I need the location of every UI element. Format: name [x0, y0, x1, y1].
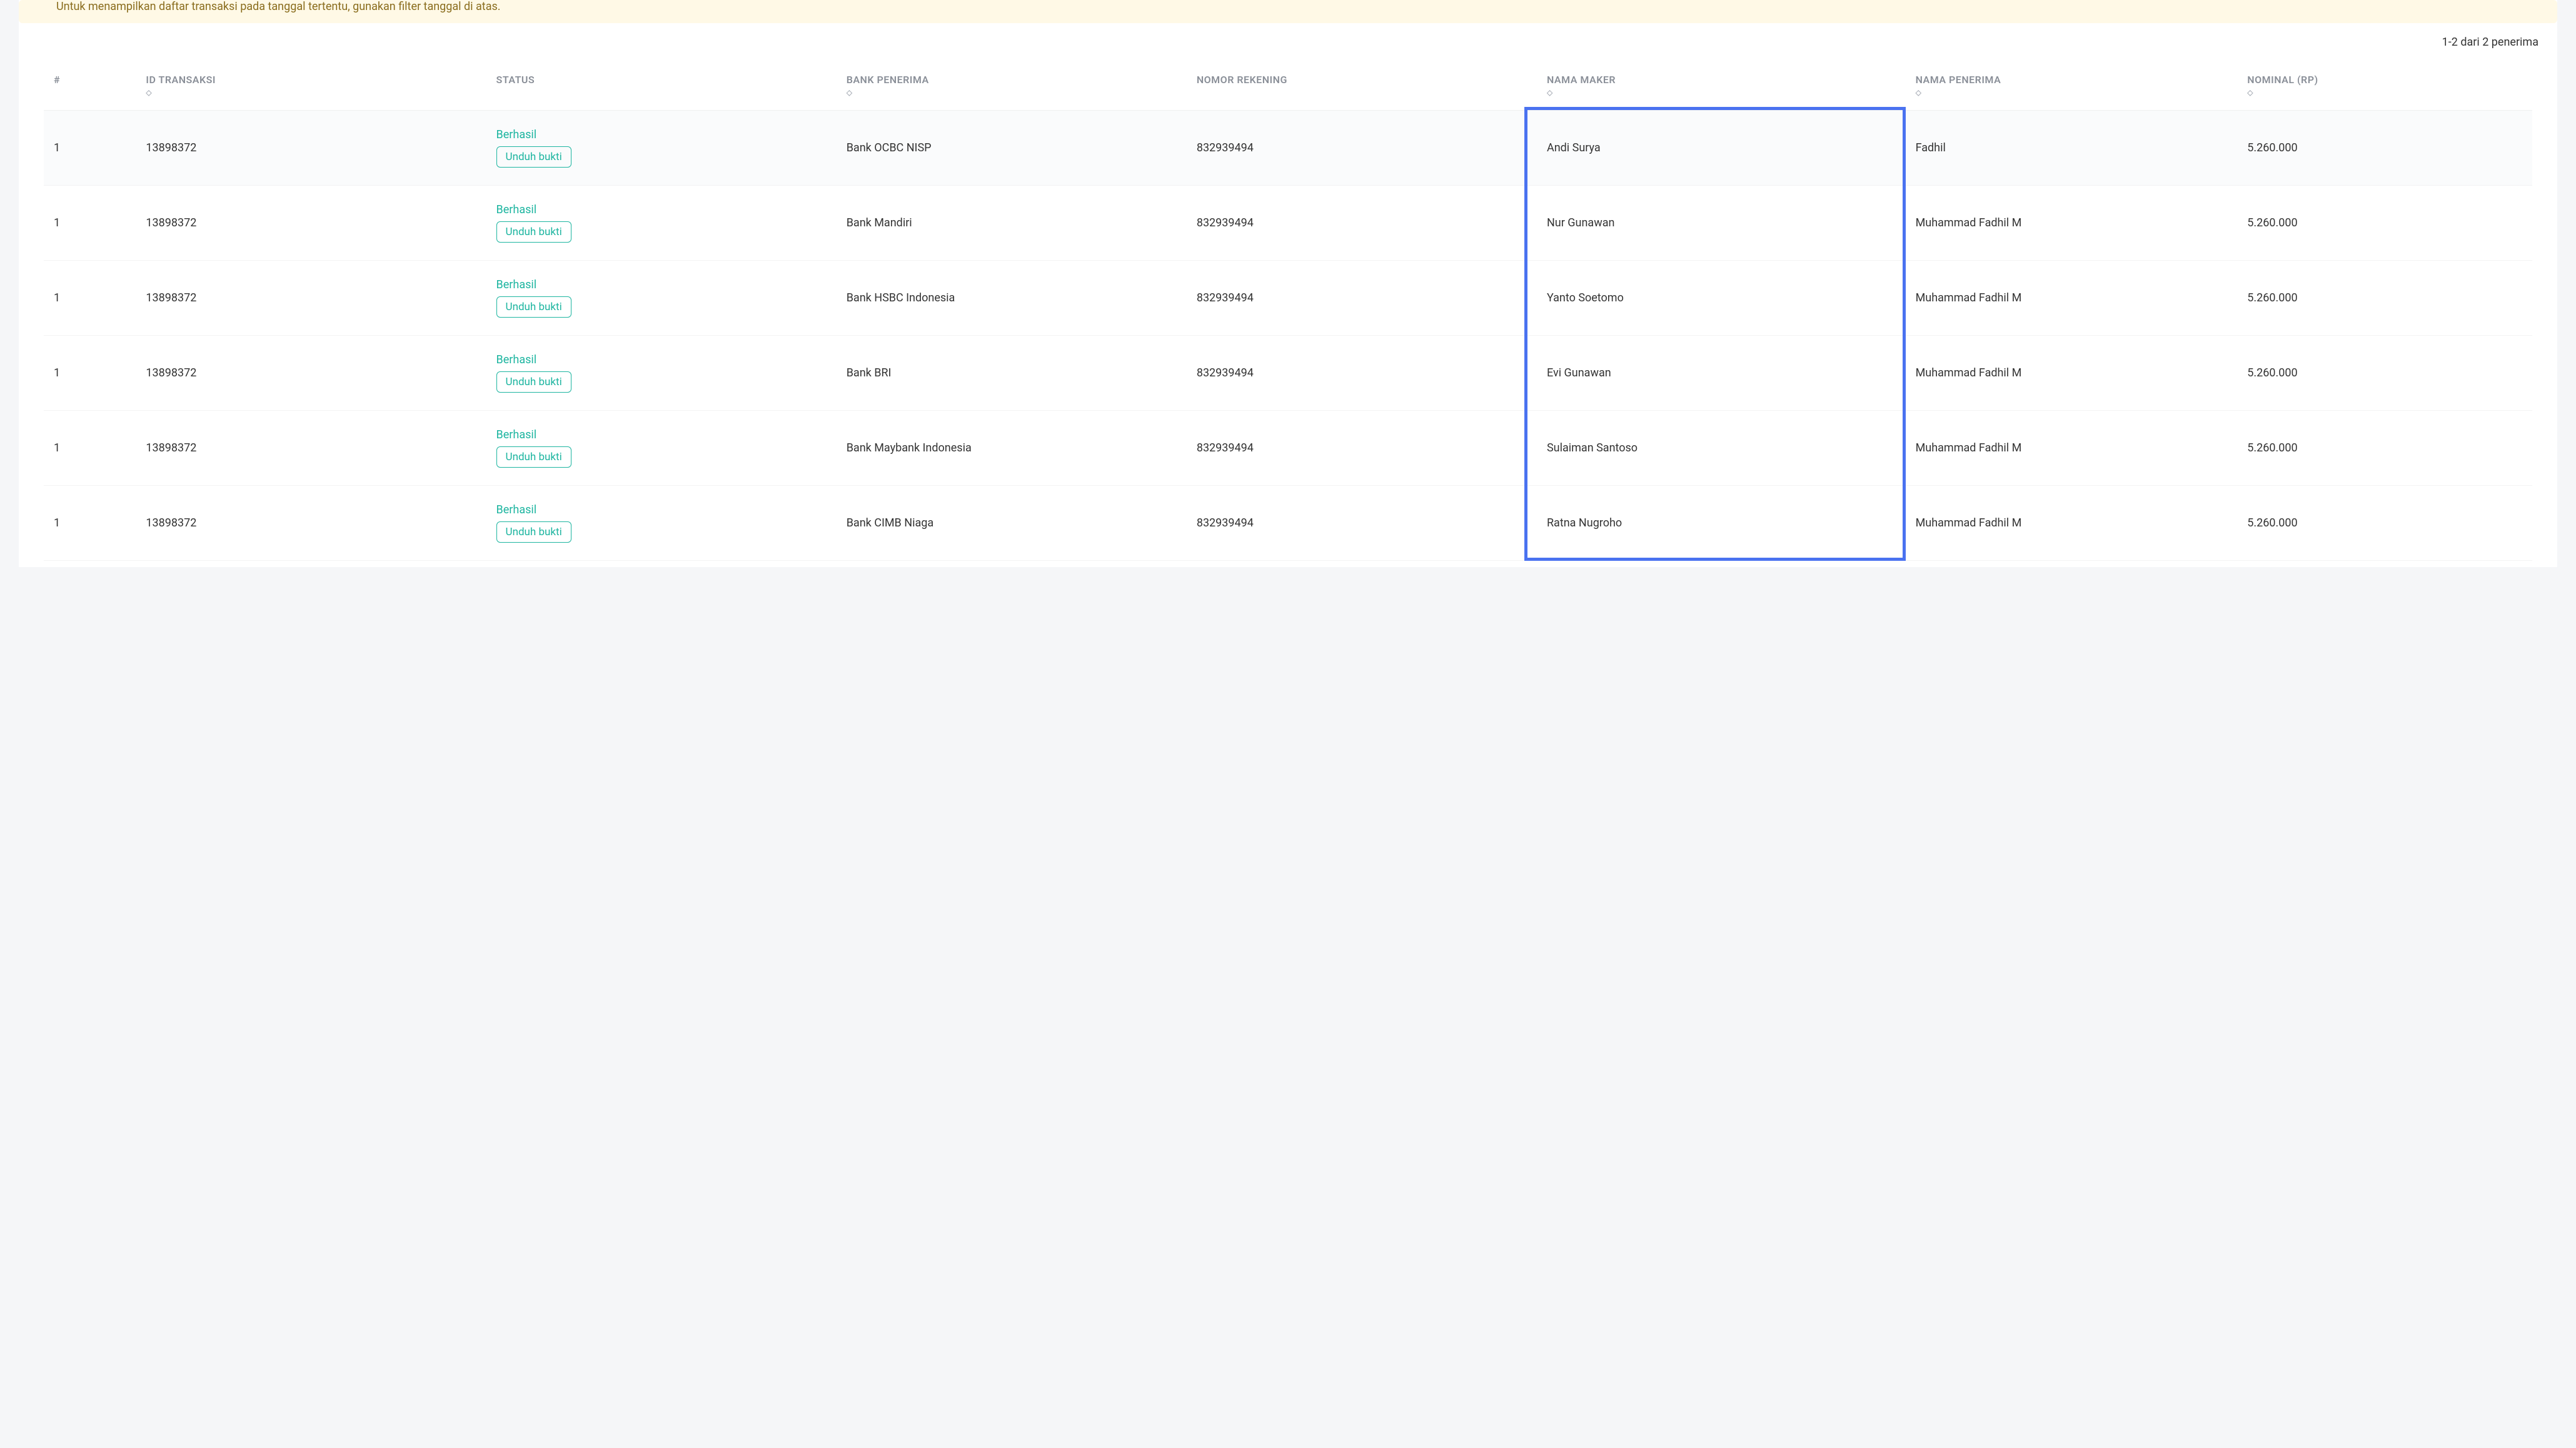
cell-status: Berhasil Unduh bukti — [486, 186, 837, 261]
cell-number: 1 — [44, 261, 136, 336]
cell-bank-penerima: Bank Mandiri — [837, 186, 1187, 261]
cell-nama-penerima: Muhammad Fadhil M — [1906, 411, 2238, 486]
cell-bank-penerima: Bank BRI — [837, 336, 1187, 411]
cell-bank-penerima: Bank CIMB Niaga — [837, 486, 1187, 561]
cell-nomor-rekening: 832939494 — [1187, 186, 1537, 261]
header-nama-penerima[interactable]: NAMA PENERIMA ◇ — [1906, 66, 2238, 111]
cell-nama-maker: Andi Surya — [1537, 111, 1906, 186]
cell-nama-maker: Yanto Soetomo — [1537, 261, 1906, 336]
cell-nomor-rekening: 832939494 — [1187, 111, 1537, 186]
status-badge: Berhasil — [496, 278, 537, 291]
cell-number: 1 — [44, 336, 136, 411]
pagination-info: 1-2 dari 2 penerima — [19, 28, 2557, 66]
pagination-text: 1-2 dari 2 penerima — [2442, 36, 2538, 49]
download-proof-button[interactable]: Unduh bukti — [496, 221, 571, 243]
cell-nama-penerima: Fadhil — [1906, 111, 2238, 186]
cell-bank-penerima: Bank OCBC NISP — [837, 111, 1187, 186]
cell-nama-penerima: Muhammad Fadhil M — [1906, 486, 2238, 561]
cell-nominal: 5.260.000 — [2237, 486, 2532, 561]
cell-nama-maker: Sulaiman Santoso — [1537, 411, 1906, 486]
cell-status: Berhasil Unduh bukti — [486, 336, 837, 411]
cell-id-transaksi: 13898372 — [136, 186, 486, 261]
cell-nomor-rekening: 832939494 — [1187, 486, 1537, 561]
table-row: 113898372 Berhasil Unduh bukti Bank HSBC In… — [44, 261, 2532, 336]
cell-status: Berhasil Unduh bukti — [486, 486, 837, 561]
sort-icon: ◇ — [1547, 89, 1553, 96]
cell-nama-maker: Nur Gunawan — [1537, 186, 1906, 261]
cell-nominal: 5.260.000 — [2237, 186, 2532, 261]
cell-number: 1 — [44, 111, 136, 186]
cell-nama-penerima: Muhammad Fadhil M — [1906, 186, 2238, 261]
header-nominal[interactable]: NOMINAL (RP) ◇ — [2237, 66, 2532, 111]
header-number[interactable]: # — [44, 66, 136, 111]
sort-icon: ◇ — [847, 89, 853, 96]
cell-nominal: 5.260.000 — [2237, 261, 2532, 336]
sort-icon: ◇ — [1916, 89, 1922, 96]
cell-status: Berhasil Unduh bukti — [486, 261, 837, 336]
header-bank-penerima[interactable]: BANK PENERIMA ◇ — [837, 66, 1187, 111]
cell-nominal: 5.260.000 — [2237, 411, 2532, 486]
download-proof-button[interactable]: Unduh bukti — [496, 446, 571, 468]
cell-nomor-rekening: 832939494 — [1187, 336, 1537, 411]
table-row: 113898372 Berhasil Unduh bukti Bank CIMB Ni… — [44, 486, 2532, 561]
cell-nomor-rekening: 832939494 — [1187, 411, 1537, 486]
cell-nominal: 5.260.000 — [2237, 336, 2532, 411]
table-row: 113898372 Berhasil Unduh bukti Bank OCBC NI… — [44, 111, 2532, 186]
cell-id-transaksi: 13898372 — [136, 111, 486, 186]
cell-nomor-rekening: 832939494 — [1187, 261, 1537, 336]
download-proof-button[interactable]: Unduh bukti — [496, 521, 571, 543]
header-nama-maker[interactable]: NAMA MAKER ◇ — [1537, 66, 1906, 111]
cell-nama-penerima: Muhammad Fadhil M — [1906, 336, 2238, 411]
status-badge: Berhasil — [496, 203, 537, 216]
status-badge: Berhasil — [496, 428, 537, 441]
cell-number: 1 — [44, 186, 136, 261]
download-proof-button[interactable]: Unduh bukti — [496, 371, 571, 393]
download-proof-button[interactable]: Unduh bukti — [496, 146, 571, 168]
info-banner-text: Untuk menampilkan daftar transaksi pada … — [56, 0, 501, 13]
cell-status: Berhasil Unduh bukti — [486, 111, 837, 186]
status-badge: Berhasil — [496, 353, 537, 366]
cell-id-transaksi: 13898372 — [136, 411, 486, 486]
transaction-table: # ID TRANSAKSI ◇ STATUS BANK PENERIMA ◇ — [44, 66, 2532, 561]
status-badge: Berhasil — [496, 503, 537, 516]
sort-icon: ◇ — [2247, 89, 2253, 96]
header-nomor-rekening[interactable]: NOMOR REKENING — [1187, 66, 1537, 111]
cell-nama-maker: Evi Gunawan — [1537, 336, 1906, 411]
cell-id-transaksi: 13898372 — [136, 261, 486, 336]
sort-icon: ◇ — [146, 89, 152, 96]
table-row: 113898372 Berhasil Unduh bukti Bank Maybank… — [44, 411, 2532, 486]
header-status[interactable]: STATUS — [486, 66, 837, 111]
table-row: 113898372 Berhasil Unduh bukti Bank BRI8329… — [44, 336, 2532, 411]
header-id-transaksi[interactable]: ID TRANSAKSI ◇ — [136, 66, 486, 111]
info-banner: Untuk menampilkan daftar transaksi pada … — [19, 0, 2557, 23]
cell-number: 1 — [44, 486, 136, 561]
cell-id-transaksi: 13898372 — [136, 336, 486, 411]
cell-nominal: 5.260.000 — [2237, 111, 2532, 186]
table-row: 113898372 Berhasil Unduh bukti Bank Mandiri… — [44, 186, 2532, 261]
status-badge: Berhasil — [496, 128, 537, 141]
cell-nama-penerima: Muhammad Fadhil M — [1906, 261, 2238, 336]
cell-status: Berhasil Unduh bukti — [486, 411, 837, 486]
download-proof-button[interactable]: Unduh bukti — [496, 296, 571, 318]
cell-nama-maker: Ratna Nugroho — [1537, 486, 1906, 561]
cell-bank-penerima: Bank HSBC Indonesia — [837, 261, 1187, 336]
cell-number: 1 — [44, 411, 136, 486]
cell-id-transaksi: 13898372 — [136, 486, 486, 561]
cell-bank-penerima: Bank Maybank Indonesia — [837, 411, 1187, 486]
